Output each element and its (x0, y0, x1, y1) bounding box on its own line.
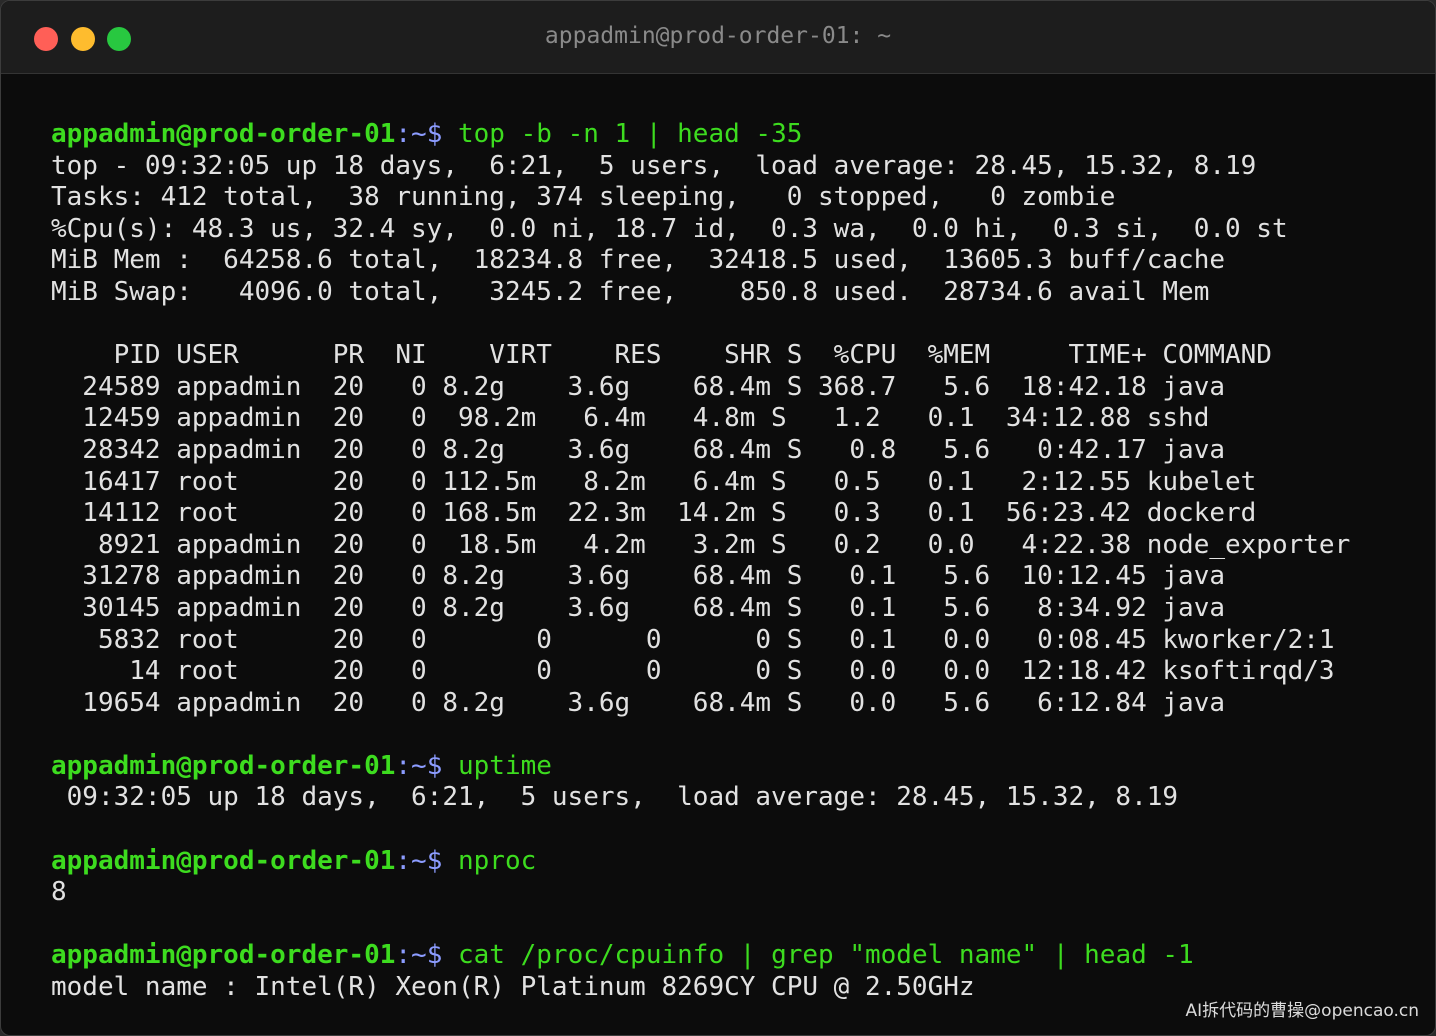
prompt-path: :~ (395, 750, 427, 781)
output-line: %Cpu(s): 48.3 us, 32.4 sy, 0.0 ni, 18.7 … (51, 213, 1288, 244)
prompt-symbol: $ (426, 940, 458, 971)
command-text: cat /proc/cpuinfo | grep "model name" | … (458, 940, 1194, 971)
output-line: 19654 appadmin 20 0 8.2g 3.6g 68.4m S 0.… (51, 687, 1225, 718)
output-line: 30145 appadmin 20 0 8.2g 3.6g 68.4m S 0.… (51, 592, 1225, 623)
prompt-path: :~ (395, 940, 427, 971)
output-line: 09:32:05 up 18 days, 6:21, 5 users, load… (51, 782, 1179, 813)
title-bar: appadmin@prod-order-01: ~ (1, 1, 1435, 74)
prompt-line: appadmin@prod-order-01:~$ uptime (51, 751, 1421, 783)
watermark: AI拆代码的曹操@opencao.cn (1185, 1001, 1419, 1021)
prompt-user-host: appadmin@prod-order-01 (51, 940, 396, 971)
prompt-path: :~ (395, 119, 427, 149)
output-line: 8 (51, 877, 67, 908)
command-text: uptime (458, 750, 552, 781)
output-line: MiB Mem : 64258.6 total, 18234.8 free, 3… (51, 245, 1225, 276)
output-line: Tasks: 412 total, 38 running, 374 sleepi… (51, 182, 1116, 213)
command-text: top -b -n 1 | head -35 (458, 119, 803, 149)
window-title: appadmin@prod-order-01: ~ (544, 23, 892, 49)
output-line: 14112 root 20 0 168.5m 22.3m 14.2m S 0.3… (51, 498, 1257, 529)
prompt-user-host: appadmin@prod-order-01 (51, 119, 396, 149)
output-line: top - 09:32:05 up 18 days, 6:21, 5 users… (51, 150, 1257, 181)
terminal-window: appadmin@prod-order-01: ~ appadmin@prod-… (0, 0, 1436, 1036)
prompt-user-host: appadmin@prod-order-01 (51, 845, 396, 876)
prompt-symbol: $ (426, 845, 458, 876)
command-text: nproc (458, 845, 537, 876)
output-line: MiB Swap: 4096.0 total, 3245.2 free, 850… (51, 276, 1210, 307)
output-line: 8921 appadmin 20 0 18.5m 4.2m 3.2m S 0.2… (51, 529, 1351, 560)
output-line: 31278 appadmin 20 0 8.2g 3.6g 68.4m S 0.… (51, 561, 1225, 592)
output-line: 14 root 20 0 0 0 0 S 0.0 0.0 12:18.42 ks… (51, 656, 1335, 687)
prompt-symbol: $ (426, 750, 458, 781)
prompt-symbol: $ (426, 119, 458, 149)
output-line: 28342 appadmin 20 0 8.2g 3.6g 68.4m S 0.… (51, 434, 1225, 465)
output-line: 16417 root 20 0 112.5m 8.2m 6.4m S 0.5 0… (51, 466, 1257, 497)
output-line: 24589 appadmin 20 0 8.2g 3.6g 68.4m S 36… (51, 371, 1225, 402)
prompt-line: appadmin@prod-order-01:~$ nproc (51, 846, 1421, 878)
output-line: 12459 appadmin 20 0 98.2m 6.4m 4.8m S 1.… (51, 403, 1210, 434)
output-line: PID USER PR NI VIRT RES SHR S %CPU %MEM … (51, 340, 1272, 371)
prompt-user-host: appadmin@prod-order-01 (51, 750, 396, 781)
terminal-output[interactable]: appadmin@prod-order-01:~$ top -b -n 1 | … (51, 119, 1421, 1004)
prompt-line: appadmin@prod-order-01:~$ cat /proc/cpui… (51, 940, 1421, 972)
prompt-line: appadmin@prod-order-01:~$ top -b -n 1 | … (51, 119, 1421, 151)
output-line: 5832 root 20 0 0 0 0 S 0.1 0.0 0:08.45 k… (51, 624, 1335, 655)
prompt-path: :~ (395, 845, 427, 876)
